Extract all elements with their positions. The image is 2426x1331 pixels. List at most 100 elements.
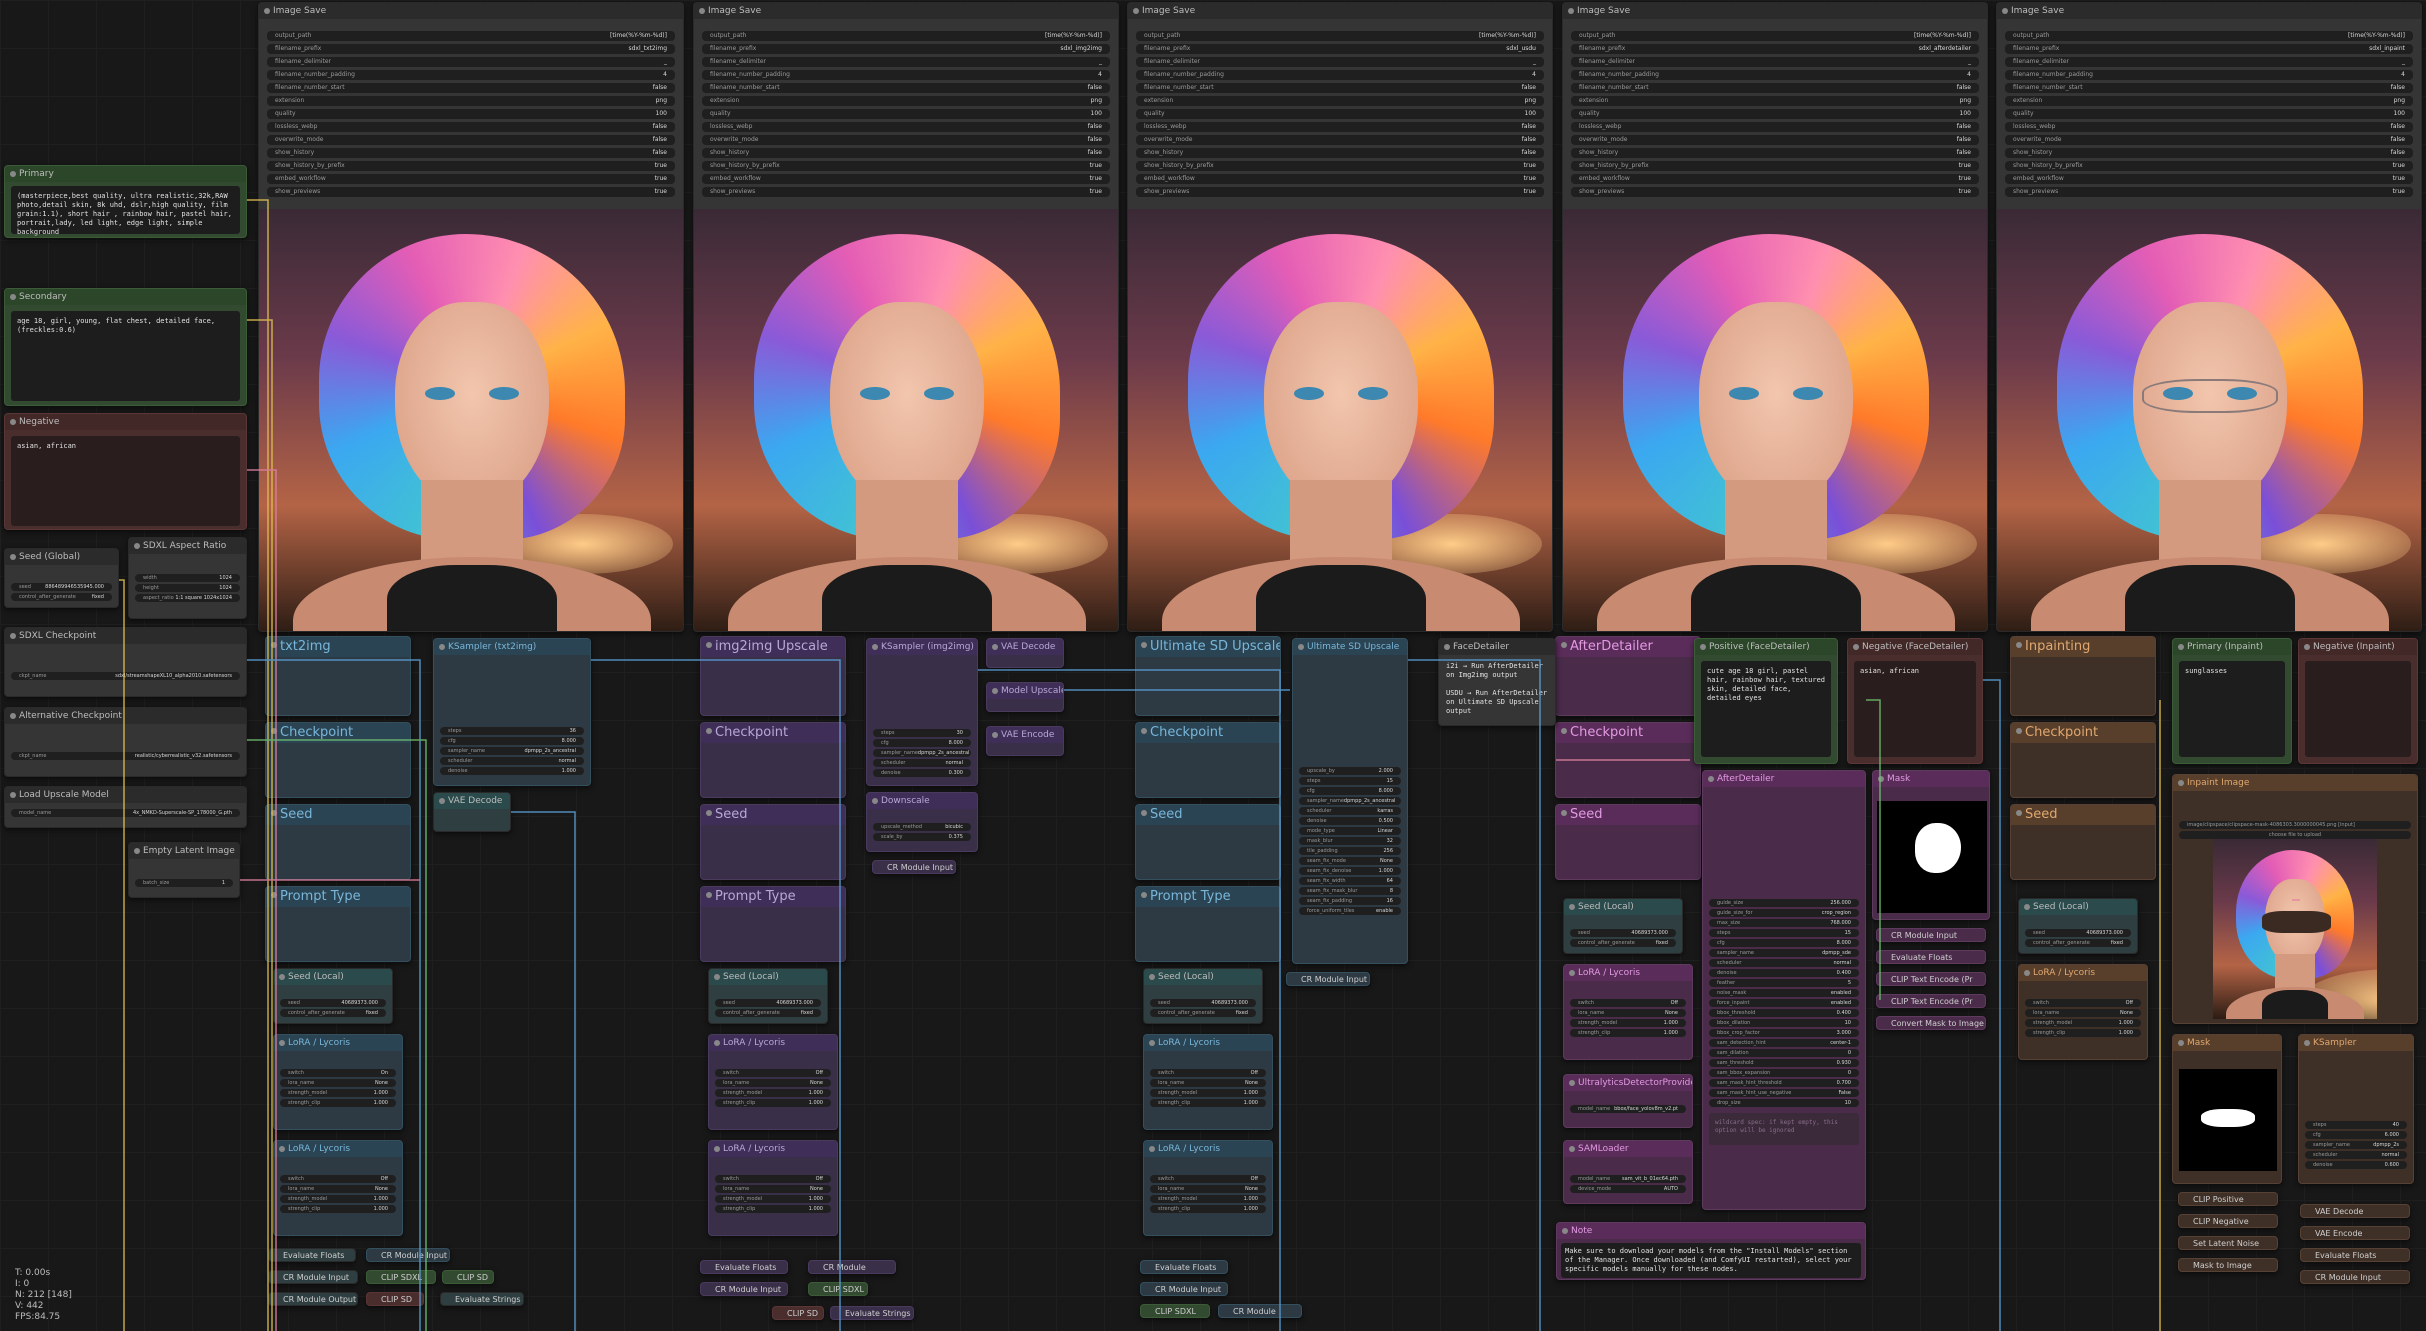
upload-button[interactable]: choose file to upload xyxy=(2179,831,2411,839)
param-show-history-by-prefix[interactable]: show_history_by_prefix true xyxy=(267,161,675,171)
output-node-cr-module-input[interactable]: CR Module Input xyxy=(1876,928,1986,942)
vae-decode-img2img-node[interactable]: VAE Decode xyxy=(986,638,1064,668)
output-node-cr-module-input[interactable]: CR Module Input xyxy=(1286,972,1370,986)
param-steps[interactable]: steps 40 xyxy=(2305,1121,2407,1129)
ad-negative-node[interactable]: Negative (FaceDetailer) asian, african xyxy=(1847,638,1983,764)
alt-checkpoint-node[interactable]: Alternative Checkpoint ckpt_name realisti… xyxy=(4,707,247,777)
param-show-history[interactable]: show_history false xyxy=(1136,148,1544,158)
param-cfg[interactable]: cfg 8.000 xyxy=(1709,939,1859,947)
param-show-history[interactable]: show_history false xyxy=(267,148,675,158)
group-checkpoint[interactable]: Checkpoint xyxy=(265,722,411,798)
param-extension[interactable]: extension png xyxy=(267,96,675,106)
group-seed[interactable]: Seed xyxy=(700,804,846,880)
output-node-cr-module-input[interactable]: CR Module Input xyxy=(1140,1282,1228,1296)
empty-latent-node[interactable]: Empty Latent Image batch_size 1 xyxy=(128,842,240,898)
group-prompt-type[interactable]: Prompt Type xyxy=(1135,886,1281,962)
param-show-history-by-prefix[interactable]: show_history_by_prefix true xyxy=(1571,161,1979,171)
param-lora-name[interactable]: lora_name None xyxy=(1570,1009,1686,1017)
param-lossless-webp[interactable]: lossless_webp false xyxy=(267,122,675,132)
output-node-cr-module-input[interactable]: CR Module Input xyxy=(2300,1270,2410,1284)
inpaint-mask-node[interactable]: Mask xyxy=(2172,1034,2282,1184)
param-show-previews[interactable]: show_previews true xyxy=(267,187,675,197)
param-output-path[interactable]: output_path [time(%Y-%m-%d)] xyxy=(2005,31,2413,41)
lora-node[interactable]: LoRA / Lycoris switch Off lora_name None stre… xyxy=(1563,964,1693,1060)
lora-node[interactable]: LoRA / Lycoris switch On lora_name None stren… xyxy=(273,1034,403,1130)
output-node-clip-text-encode-pr[interactable]: CLIP Text Encode (Pr xyxy=(1876,994,1986,1008)
param-cfg[interactable]: cfg 6.000 xyxy=(2305,1131,2407,1139)
param-seed[interactable]: seed 40689373.000 xyxy=(1150,999,1256,1007)
output-node-cr-module-input[interactable]: CR Module Input xyxy=(872,860,956,874)
param-filename-prefix[interactable]: filename_prefix sdxl_inpaint xyxy=(2005,44,2413,54)
param-control-after-generate[interactable]: control_after_generate fixed xyxy=(280,1009,386,1017)
param-quality[interactable]: quality 100 xyxy=(1136,109,1544,119)
param-filename-number-padding[interactable]: filename_number_padding 4 xyxy=(1136,70,1544,80)
param-seam-fix-mode[interactable]: seam_fix_mode None xyxy=(1299,857,1401,865)
param-sam-mask-hint-use-negative[interactable]: sam_mask_hint_use_negative False xyxy=(1709,1089,1859,1097)
param-bbox-dilation[interactable]: bbox_dilation 10 xyxy=(1709,1019,1859,1027)
param-filename-number-padding[interactable]: filename_number_padding 4 xyxy=(702,70,1110,80)
inpaint-negative-text[interactable] xyxy=(2305,661,2411,757)
param-height[interactable]: height 1024 xyxy=(135,584,240,592)
param-switch[interactable]: switch Off xyxy=(2025,999,2141,1007)
param-strength-clip[interactable]: strength_clip 1.000 xyxy=(715,1205,831,1213)
primary-prompt-node[interactable]: Primary (masterpiece,best quality, ultra… xyxy=(4,165,247,238)
param-strength-model[interactable]: strength_model 1.000 xyxy=(1570,1019,1686,1027)
group-inpainting[interactable]: Inpainting xyxy=(2010,636,2156,716)
secondary-prompt-text[interactable]: age 18, girl, young, flat chest, detaile… xyxy=(11,311,240,401)
output-node-convert-mask-to-image[interactable]: Convert Mask to Image xyxy=(1876,1016,1986,1030)
param-switch[interactable]: switch On xyxy=(280,1069,396,1077)
param-overwrite-mode[interactable]: overwrite_mode false xyxy=(267,135,675,145)
seed-local-node[interactable]: Seed (Local) seed 40689373.000 control_afte… xyxy=(273,968,393,1024)
seed-local-node[interactable]: Seed (Local) seed 40689373.000 control_afte… xyxy=(2018,898,2138,954)
group-seed[interactable]: Seed xyxy=(265,804,411,880)
inpaint-negative-node[interactable]: Negative (Inpaint) xyxy=(2298,638,2418,764)
lora-node[interactable]: LoRA / Lycoris switch Off lora_name None stre… xyxy=(708,1140,838,1236)
image-save-node[interactable]: Image Save output_path [time(%Y-%m-%d)] fil… xyxy=(1562,2,1988,632)
param-max-size[interactable]: max_size 768.000 xyxy=(1709,919,1859,927)
param-embed-workflow[interactable]: embed_workflow true xyxy=(702,174,1110,184)
group-seed[interactable]: Seed xyxy=(1135,804,1281,880)
param-lossless-webp[interactable]: lossless_webp false xyxy=(1136,122,1544,132)
output-node-cr-module-output[interactable]: CR Module Output xyxy=(268,1292,358,1306)
param-strength-clip[interactable]: strength_clip 1.000 xyxy=(1150,1099,1266,1107)
param-quality[interactable]: quality 100 xyxy=(702,109,1110,119)
param-strength-clip[interactable]: strength_clip 1.000 xyxy=(280,1205,396,1213)
param-control-after-generate[interactable]: control_after_generate fixed xyxy=(715,1009,821,1017)
param-strength-model[interactable]: strength_model 1.000 xyxy=(280,1195,396,1203)
param-strength-model[interactable]: strength_model 1.000 xyxy=(280,1089,396,1097)
output-node-clip-sdxl[interactable]: CLIP SDXL xyxy=(808,1282,868,1296)
param-bbox-crop-factor[interactable]: bbox_crop_factor 3.000 xyxy=(1709,1029,1859,1037)
lora-node[interactable]: LoRA / Lycoris switch Off lora_name None stre… xyxy=(1143,1034,1273,1130)
facedetailer-note-node[interactable]: FaceDetailer i2i → Run AfterDetailer on … xyxy=(1438,638,1556,726)
output-node-evaluate-strings[interactable]: Evaluate Strings xyxy=(440,1292,524,1306)
param-steps[interactable]: steps 15 xyxy=(1299,777,1401,785)
output-node-cr-module-input[interactable]: CR Module Input xyxy=(700,1282,788,1296)
aspect-ratio-node[interactable]: SDXL Aspect Ratio width 1024 height 1024 asp… xyxy=(128,537,247,619)
param-overwrite-mode[interactable]: overwrite_mode false xyxy=(1571,135,1979,145)
param-output-path[interactable]: output_path [time(%Y-%m-%d)] xyxy=(1571,31,1979,41)
param-extension[interactable]: extension png xyxy=(1571,96,1979,106)
param-filename-number-start[interactable]: filename_number_start false xyxy=(2005,83,2413,93)
param-model-name[interactable]: model_name sam_vit_b_01ec64.pth xyxy=(1570,1175,1686,1183)
param-switch[interactable]: switch Off xyxy=(280,1175,396,1183)
param-filename-delimiter[interactable]: filename_delimiter _ xyxy=(2005,57,2413,67)
param-seed[interactable]: seed 40689373.000 xyxy=(715,999,821,1007)
param-seam-fix-mask-blur[interactable]: seam_fix_mask_blur 8 xyxy=(1299,887,1401,895)
param-embed-workflow[interactable]: embed_workflow true xyxy=(1136,174,1544,184)
param-extension[interactable]: extension png xyxy=(2005,96,2413,106)
param-force-inpaint[interactable]: force_inpaint enabled xyxy=(1709,999,1859,1007)
group-prompt-type[interactable]: Prompt Type xyxy=(265,886,411,962)
param-guide-size-for[interactable]: guide_size_for crop_region xyxy=(1709,909,1859,917)
param-output-path[interactable]: output_path [time(%Y-%m-%d)] xyxy=(702,31,1110,41)
param-control-after-generate[interactable]: control_after_generate fixed xyxy=(1150,1009,1256,1017)
param-filename-number-start[interactable]: filename_number_start false xyxy=(1571,83,1979,93)
ad-positive-node[interactable]: Positive (FaceDetailer) cute age 18 girl… xyxy=(1694,638,1838,764)
param-sam-detection-hint[interactable]: sam_detection_hint center-1 xyxy=(1709,1039,1859,1047)
output-node-evaluate-floats[interactable]: Evaluate Floats xyxy=(1876,950,1986,964)
param-show-history[interactable]: show_history false xyxy=(2005,148,2413,158)
param-show-history[interactable]: show_history false xyxy=(1571,148,1979,158)
param-switch[interactable]: switch Off xyxy=(715,1069,831,1077)
param-scheduler[interactable]: scheduler normal xyxy=(440,757,584,765)
inpaint-ksampler-node[interactable]: KSampler steps 40 cfg 6.000 sampler_name dpmp… xyxy=(2298,1034,2414,1184)
model-upscale-node[interactable]: Model Upscale xyxy=(986,682,1064,712)
